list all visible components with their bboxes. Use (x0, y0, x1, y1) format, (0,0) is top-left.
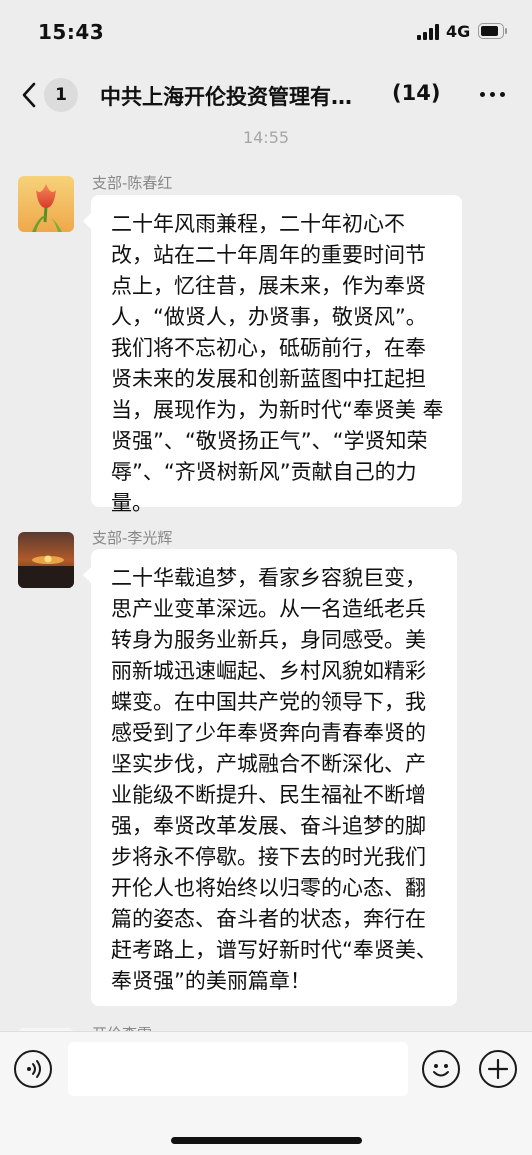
sender-name: 支部-陈春红 (92, 174, 173, 192)
tulip-avatar[interactable] (18, 176, 74, 232)
status-bar: 15:43 4G (0, 0, 532, 62)
message-input[interactable] (68, 1042, 408, 1096)
status-time: 15:43 (38, 20, 105, 44)
plus-icon[interactable] (479, 1050, 517, 1088)
message-bubble[interactable]: 二十年风雨兼程，二十年初心不改，站在二十年周年的重要时间节点上，忆往昔，展未来，… (83, 195, 462, 515)
chevron-left-icon[interactable] (18, 80, 44, 110)
chat-title: 中共上海开伦投资管理有… (100, 85, 352, 109)
more-dots-icon[interactable] (480, 92, 506, 98)
battery-icon (478, 23, 508, 39)
signal-icon (417, 24, 439, 40)
member-count: (14) (392, 81, 441, 105)
sender-name: 支部-李光辉 (92, 529, 173, 547)
emoji-icon[interactable] (422, 1050, 460, 1088)
message-timestamp: 14:55 (242, 128, 290, 147)
message-bubble[interactable]: 二十华载追梦，看家乡容貌巨变，思产业变革深远。从一名造纸老兵转身为服务业新兵，身… (83, 549, 457, 1006)
home-indicator[interactable] (171, 1137, 362, 1144)
network-type: 4G (446, 22, 471, 41)
unread-badge[interactable]: 1 (44, 78, 78, 112)
sunset-avatar[interactable] (18, 532, 74, 588)
chat-header: 1 中共上海开伦投资管理有… (14) (0, 62, 532, 128)
input-bar (0, 1031, 532, 1155)
voice-icon[interactable] (14, 1050, 52, 1088)
